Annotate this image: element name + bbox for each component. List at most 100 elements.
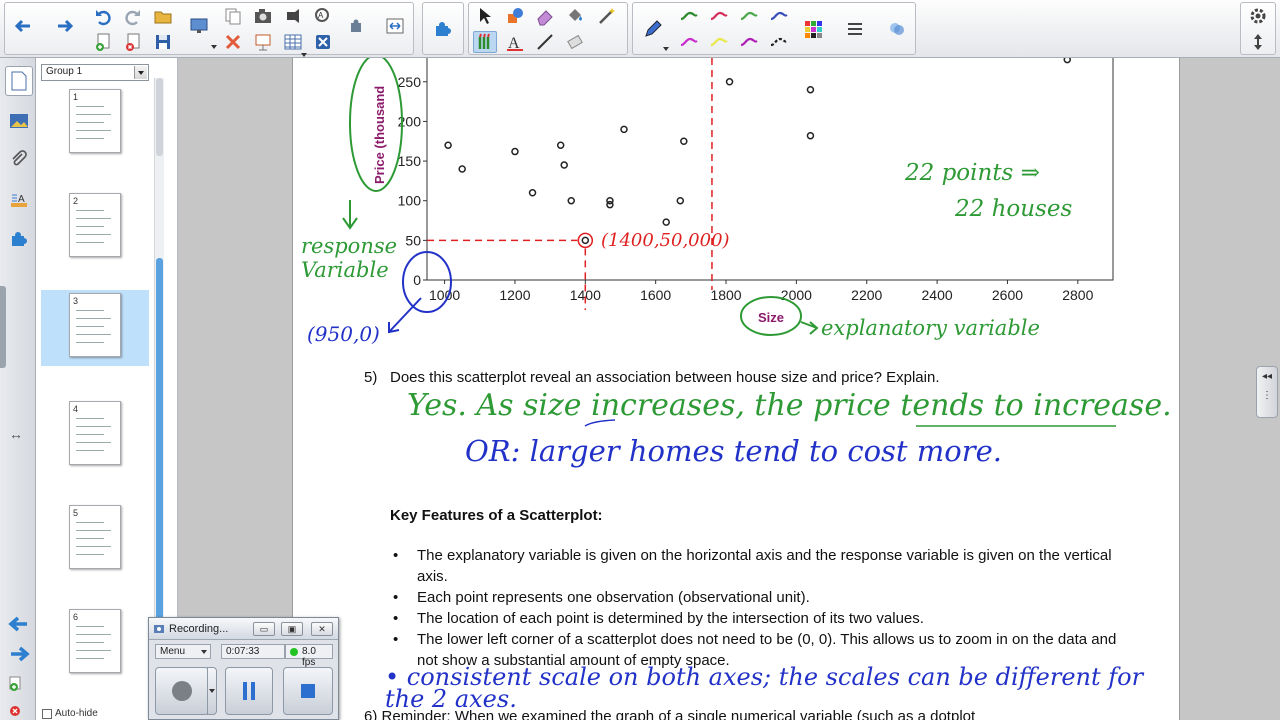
spell-check-button[interactable]: A: [311, 5, 335, 27]
pen-swatch-button[interactable]: [737, 31, 761, 53]
pen-stroke-icon: [680, 11, 698, 21]
page-thumbnail[interactable]: 3: [41, 290, 149, 366]
x-tick-label: 2400: [922, 287, 953, 303]
pause-button[interactable]: [225, 667, 273, 715]
display-button[interactable]: [187, 15, 211, 37]
add-page-side-button[interactable]: [8, 676, 24, 697]
add-page-button[interactable]: [91, 31, 115, 53]
table-dropdown-caret[interactable]: [301, 53, 307, 57]
whiteboard-canvas[interactable]: 0 50 100 150 200 250 1000 1200 1400 1600 1800 2000 2…: [178, 58, 1280, 720]
table-button[interactable]: [281, 31, 305, 53]
save-button[interactable]: [151, 31, 175, 53]
pen-swatch-button[interactable]: [767, 31, 791, 53]
attachments-tab[interactable]: [5, 144, 33, 174]
maximize-button[interactable]: ▣: [281, 622, 303, 636]
group-select[interactable]: Group 1: [41, 64, 149, 81]
clear-button[interactable]: [311, 31, 335, 53]
stop-button[interactable]: [283, 667, 333, 715]
pen-stroke-icon: [740, 37, 758, 47]
toolbar-group-draw-tools: A: [468, 2, 628, 55]
pen-swatch-button[interactable]: [707, 31, 731, 53]
chevron-down-icon: [209, 689, 215, 693]
addons-button[interactable]: [431, 18, 455, 40]
thumbnail-line: [76, 342, 104, 343]
fill-tool-button[interactable]: [563, 5, 587, 27]
recorder-window: Recording... ▭ ▣ ✕ Menu 0:07:33 8.0 fps: [148, 617, 339, 720]
delete-page-side-button[interactable]: [8, 702, 24, 720]
insert-button[interactable]: [345, 15, 369, 37]
smart-notebook-window: A A A ↔ Group 1 1 2 3 4 5 6 Auto-hide 0 …: [0, 0, 1280, 720]
page-thumbnail[interactable]: 4: [41, 398, 149, 474]
menu-label: Menu: [160, 646, 186, 657]
page-thumbnail[interactable]: 2: [41, 190, 149, 266]
undo-icon: [96, 10, 111, 26]
pen-settings-caret[interactable]: [663, 47, 669, 51]
pen-swatch-button[interactable]: [707, 5, 731, 27]
record-button[interactable]: [155, 667, 209, 715]
eraser-2-button[interactable]: [563, 31, 587, 53]
sorter-scrollbar[interactable]: [154, 78, 164, 698]
pen-swatch-button[interactable]: [737, 5, 761, 27]
autohide-checkbox[interactable]: Auto-hide: [42, 708, 98, 719]
thumbnail-line: [76, 122, 104, 123]
delete-button[interactable]: [221, 31, 245, 53]
toolbar-position-button[interactable]: [1246, 31, 1270, 53]
properties-tab[interactable]: A: [5, 186, 33, 216]
resize-arrows-icon[interactable]: ↔: [9, 426, 23, 442]
open-file-button[interactable]: [151, 5, 175, 27]
copy-button[interactable]: [221, 5, 245, 27]
checkbox-box[interactable]: [42, 708, 52, 719]
select-tool-button[interactable]: [473, 5, 497, 27]
minimize-button[interactable]: ▭: [253, 622, 275, 636]
sidebar-collapse-handle[interactable]: [0, 286, 6, 368]
toolbar-group-settings: [1240, 2, 1276, 55]
record-options-dropdown[interactable]: [207, 667, 217, 715]
undo-button[interactable]: [91, 5, 115, 27]
notebook-page[interactable]: 0 50 100 150 200 250 1000 1200 1400 1600 1800 2000 2…: [292, 58, 1180, 720]
capture-button[interactable]: [251, 5, 275, 27]
pen-swatch-button[interactable]: [677, 31, 701, 53]
toolbar-group-pen-styles: [632, 2, 916, 55]
page-sorter-tab[interactable]: [5, 66, 33, 96]
page-thumbnail[interactable]: 1: [41, 86, 149, 162]
pen-tool-button[interactable]: [473, 31, 497, 53]
display-dropdown-caret[interactable]: [211, 45, 217, 49]
page-thumbnail[interactable]: 6: [41, 606, 149, 682]
pen-swatch-button[interactable]: [677, 5, 701, 27]
magic-pen-button[interactable]: [595, 5, 619, 27]
previous-page-button[interactable]: [11, 15, 35, 37]
page-icon: [11, 71, 27, 91]
document-camera-button[interactable]: [281, 5, 305, 27]
sorter-scroll-track-active[interactable]: [156, 258, 163, 638]
eraser-tool-button[interactable]: [533, 5, 557, 27]
screen-shade-button[interactable]: [251, 31, 275, 53]
full-screen-button[interactable]: [383, 15, 407, 37]
menu-dropdown[interactable]: Menu: [155, 644, 211, 659]
delete-page-button[interactable]: [121, 31, 145, 53]
forward-arrow-button[interactable]: [8, 644, 30, 669]
color-palette-button[interactable]: [801, 18, 825, 40]
line-icon: [537, 34, 553, 50]
page-thumbnail[interactable]: 5: [41, 502, 149, 578]
shapes-tool-button[interactable]: [503, 5, 527, 27]
thumbnail-line: [76, 106, 104, 107]
thumbnail-line: [76, 326, 104, 327]
toolbar-collapse-handle[interactable]: ◂◂ ⋮: [1256, 366, 1278, 418]
close-button[interactable]: ✕: [311, 622, 333, 636]
pen-swatch-button[interactable]: [767, 5, 791, 27]
recorder-titlebar[interactable]: Recording... ▭ ▣ ✕: [149, 618, 338, 640]
sorter-scroll-thumb[interactable]: [156, 78, 163, 156]
text-tool-button[interactable]: A: [503, 31, 527, 53]
addons-tab[interactable]: [5, 224, 33, 254]
pen-stroke-icon: [770, 11, 788, 21]
next-page-button[interactable]: [53, 15, 77, 37]
settings-button[interactable]: [1246, 5, 1270, 27]
redo-button[interactable]: [121, 5, 145, 27]
back-arrow-button[interactable]: [8, 614, 30, 639]
transparency-button[interactable]: [885, 18, 909, 40]
line-tool-button[interactable]: [533, 31, 557, 53]
chevron-down-icon[interactable]: [134, 66, 147, 79]
line-style-button[interactable]: [843, 18, 867, 40]
gallery-tab[interactable]: [5, 106, 33, 136]
pen-settings-button[interactable]: [641, 18, 665, 40]
